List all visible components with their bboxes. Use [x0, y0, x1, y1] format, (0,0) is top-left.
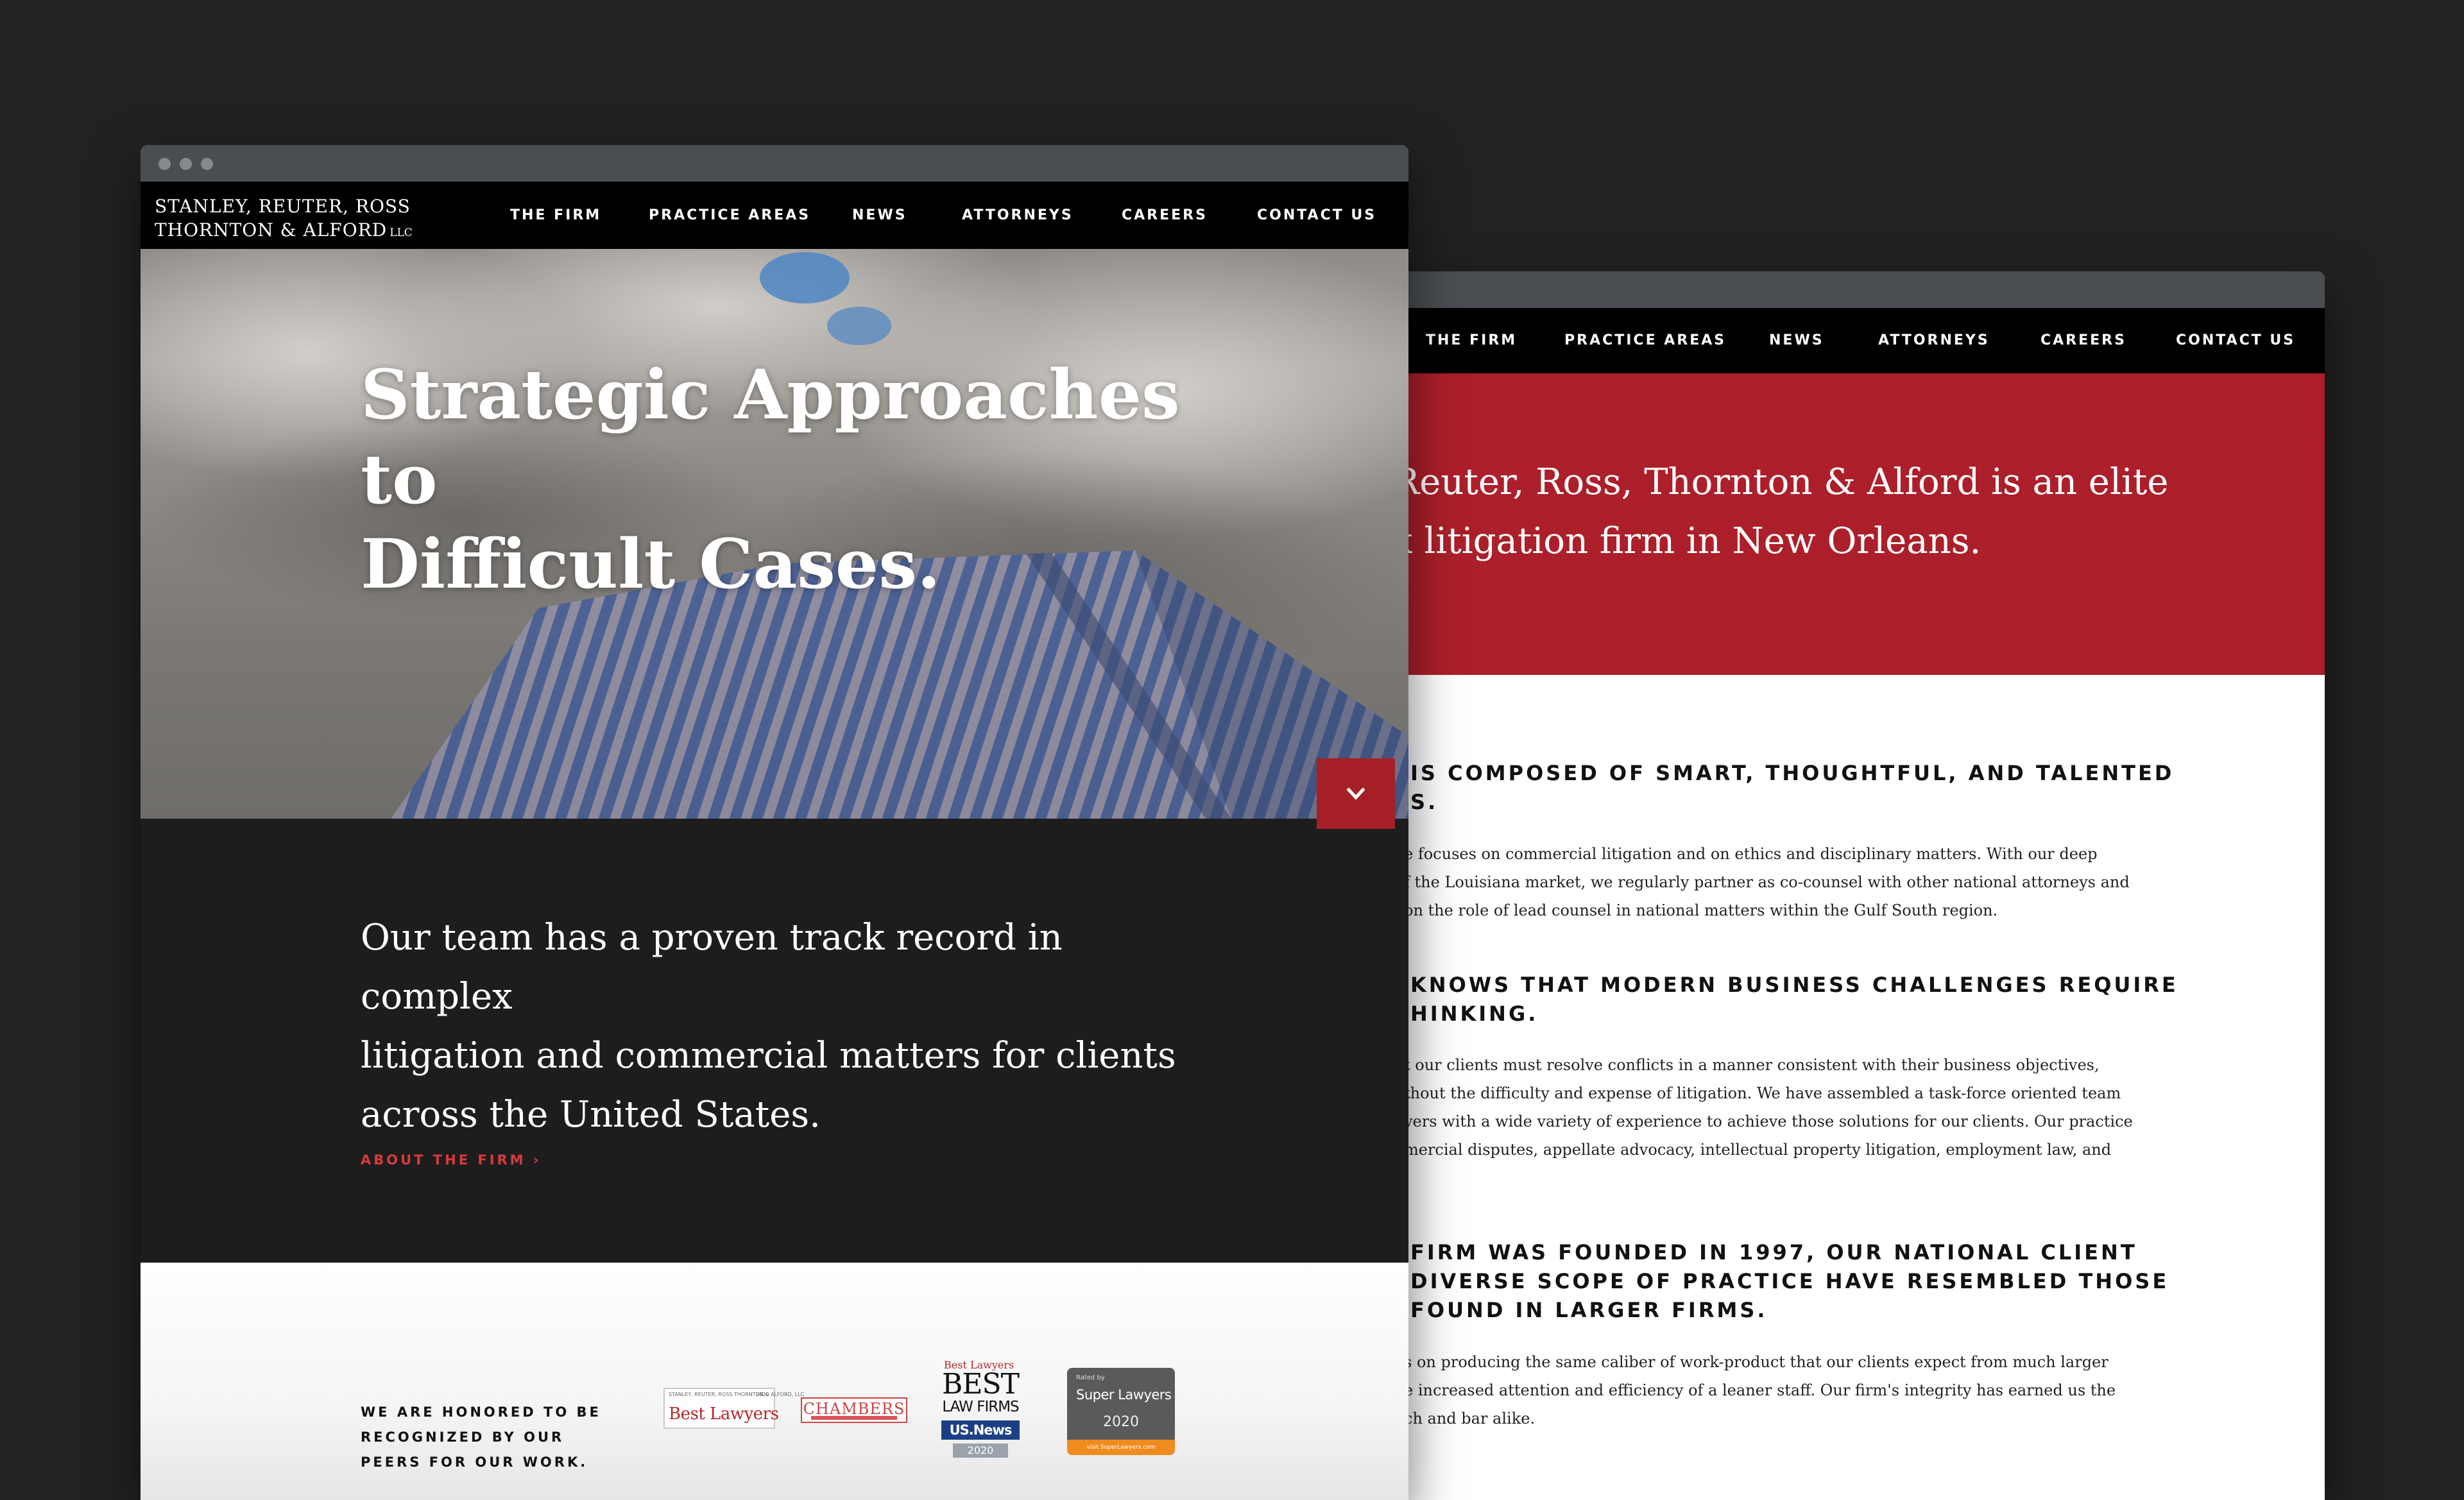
nav-contact-us[interactable]: CONTACT US: [1257, 182, 1376, 249]
chevron-right-icon: ›: [533, 1152, 542, 1168]
heading-line: S.: [1410, 790, 1439, 814]
badge-strip: [811, 1416, 897, 1420]
firm-logo[interactable]: STANLEY, REUTER, ROSS THORNTON & ALFORD L…: [155, 194, 413, 245]
heading-line: HINKING.: [1410, 1001, 1539, 1026]
intro-paragraph: Our team has a proven track record in co…: [361, 908, 1195, 1145]
badge-publisher: US.News: [941, 1420, 1020, 1440]
logo-suffix: LLC: [389, 226, 413, 239]
awards-line: RECOGNIZED BY OUR: [361, 1429, 565, 1445]
hero-title: Strategic Approaches to Difficult Cases.: [361, 352, 1227, 606]
hero-title-line: Difficult Cases.: [361, 524, 941, 604]
intro-section: Our team has a proven track record in co…: [141, 819, 1408, 1263]
badge-title: Best Lawyers: [669, 1404, 779, 1424]
nav-the-firm[interactable]: THE FIRM: [510, 182, 601, 249]
intro-line: across the United States.: [361, 1094, 821, 1136]
nav-practice-areas[interactable]: PRACTICE AREAS: [649, 182, 810, 249]
body-line: e focuses on commercial litigation and o…: [1404, 845, 2098, 863]
best-lawyers-badge: STANLEY, REUTER, ROSS THORNTON & ALFORD,…: [663, 1388, 804, 1429]
heading-line: DIVERSE SCOPE OF PRACTICE HAVE RESEMBLED…: [1410, 1269, 2169, 1293]
body-line: f the Louisiana market, we regularly par…: [1404, 873, 2130, 891]
chambers-badge: CHAMBERS: [801, 1397, 907, 1423]
browser-window-front: STANLEY, REUTER, ROSS THORNTON & ALFORD L…: [141, 145, 1408, 1500]
intro-line: Our team has a proven track record in co…: [361, 917, 1063, 1018]
badge-firm-name: STANLEY, REUTER, ROSS THORNTON & ALFORD,…: [669, 1392, 805, 1397]
heading-line: FOUND IN LARGER FIRMS.: [1410, 1298, 1768, 1322]
nav-news[interactable]: NEWS: [852, 182, 907, 249]
intro-text: Reuter, Ross, Thornton & Alford is an el…: [1392, 453, 2291, 571]
badge-title: BEST: [942, 1368, 1020, 1401]
body-line: yers with a wide variety of experience t…: [1404, 1112, 2133, 1130]
nav-news[interactable]: NEWS: [1769, 308, 1824, 373]
browser-window-back: THE FIRM PRACTICE AREAS NEWS ATTORNEYS C…: [1373, 271, 2325, 1500]
section-body: t our clients must resolve conflicts in …: [1404, 1051, 2219, 1164]
section-heading: IS COMPOSED OF SMART, THOUGHTFUL, AND TA…: [1410, 759, 2219, 817]
awards-section: WE ARE HONORED TO BE RECOGNIZED BY OUR P…: [141, 1263, 1408, 1500]
window-chrome: [141, 145, 1408, 182]
window-dot-icon[interactable]: [180, 158, 192, 170]
hero-title-line: Strategic Approaches to: [361, 354, 1180, 519]
intro-line-2: x litigation firm in New Orleans.: [1392, 520, 1981, 562]
window-dot-icon[interactable]: [201, 158, 213, 170]
main-nav: THE FIRM PRACTICE AREAS NEWS ATTORNEYS C…: [1373, 308, 2325, 373]
body-line: on the role of lead counsel in national …: [1404, 901, 1998, 919]
super-lawyers-badge: Rated by Super Lawyers 2020 visit SuperL…: [1067, 1368, 1175, 1455]
about-the-firm-link[interactable]: ABOUT THE FIRM ›: [361, 1152, 542, 1168]
badge-year: 2020: [953, 1444, 1008, 1458]
badge-year: 2020: [756, 1392, 769, 1397]
nav-practice-areas[interactable]: PRACTICE AREAS: [1564, 308, 1726, 373]
badge-rated-by: Rated by: [1076, 1374, 1105, 1381]
nav-attorneys[interactable]: ATTORNEYS: [962, 182, 1074, 249]
nav-careers[interactable]: CAREERS: [2041, 308, 2126, 373]
about-link-label: ABOUT THE FIRM: [361, 1152, 526, 1168]
section-body: s on producing the same caliber of work-…: [1404, 1348, 2219, 1433]
badge-year: 2020: [1103, 1414, 1139, 1430]
body-line: t our clients must resolve conflicts in …: [1404, 1056, 2100, 1074]
main-nav: STANLEY, REUTER, ROSS THORNTON & ALFORD L…: [141, 182, 1408, 249]
nav-the-firm[interactable]: THE FIRM: [1426, 308, 1517, 373]
body-line: thout the difficulty and expense of liti…: [1404, 1084, 2121, 1102]
heading-line: KNOWS THAT MODERN BUSINESS CHALLENGES RE…: [1410, 973, 2178, 997]
badge-footer: visit SuperLawyers.com: [1067, 1440, 1175, 1455]
awards-line: PEERS FOR OUR WORK.: [361, 1454, 588, 1470]
body-line: mercial disputes, appellate advocacy, in…: [1404, 1141, 2112, 1159]
intro-line: litigation and commercial matters for cl…: [361, 1035, 1176, 1077]
intro-line-1: Reuter, Ross, Thornton & Alford is an el…: [1392, 461, 2169, 503]
section-body: e focuses on commercial litigation and o…: [1404, 840, 2219, 925]
logo-line-2: THORNTON & ALFORD: [155, 219, 388, 241]
heading-line: FIRM WAS FOUNDED IN 1997, OUR NATIONAL C…: [1410, 1240, 2137, 1265]
body-line: s on producing the same caliber of work-…: [1404, 1353, 2109, 1371]
nav-attorneys[interactable]: ATTORNEYS: [1878, 308, 1990, 373]
body-line: e increased attention and efficiency of …: [1404, 1381, 2116, 1399]
body-line: ch and bar alike.: [1404, 1410, 1536, 1428]
scroll-down-button[interactable]: [1317, 758, 1395, 829]
logo-line-1: STANLEY, REUTER, ROSS: [155, 196, 411, 217]
chevron-down-icon: [1346, 787, 1365, 800]
nav-careers[interactable]: CAREERS: [1122, 182, 1208, 249]
badge-subtitle: LAW FIRMS: [942, 1399, 1019, 1415]
awards-caption: WE ARE HONORED TO BE RECOGNIZED BY OUR P…: [361, 1400, 604, 1475]
window-chrome: [1373, 271, 2325, 308]
awards-line: WE ARE HONORED TO BE: [361, 1404, 601, 1420]
nav-contact-us[interactable]: CONTACT US: [2176, 308, 2295, 373]
heading-line: IS COMPOSED OF SMART, THOUGHTFUL, AND TA…: [1410, 761, 2175, 785]
window-dot-icon[interactable]: [158, 158, 171, 170]
badge-title: Super Lawyers: [1076, 1387, 1172, 1402]
best-law-firms-badge: Best Lawyers BEST LAW FIRMS US.News 2020: [934, 1358, 1027, 1465]
section-heading: KNOWS THAT MODERN BUSINESS CHALLENGES RE…: [1410, 971, 2219, 1028]
section-heading: FIRM WAS FOUNDED IN 1997, OUR NATIONAL C…: [1410, 1238, 2219, 1325]
badge-title: CHAMBERS: [803, 1400, 905, 1418]
